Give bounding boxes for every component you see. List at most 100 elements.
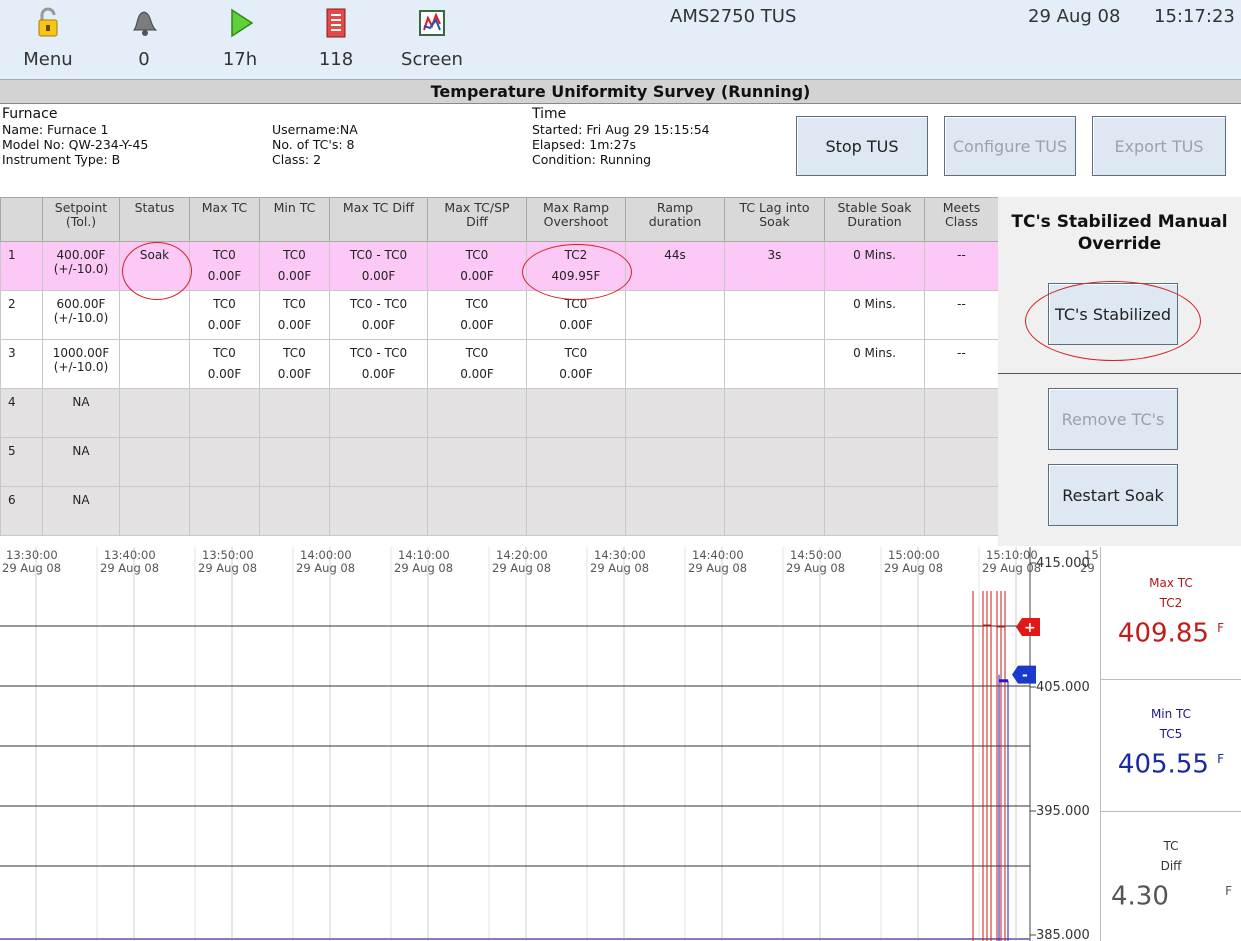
ramp-overshoot-cell: TC0 0.00F	[526, 339, 626, 389]
survey-title: Temperature Uniformity Survey (Running)	[0, 80, 1241, 104]
tc-lag-cell	[724, 339, 825, 389]
run-button[interactable]: 17h	[192, 0, 288, 80]
log-button[interactable]: 118	[288, 0, 384, 80]
table-row[interactable]: 3 1000.00F (+/-10.0) TC0 0.00F TC0 0.00F TC…	[0, 339, 999, 389]
username: Username:NA	[272, 122, 358, 137]
chart-plot-area	[0, 547, 1030, 941]
max-tc-cell: TC0 0.00F	[189, 290, 260, 340]
ramp-duration-cell	[625, 290, 725, 340]
tc-lag-cell	[724, 290, 825, 340]
x-tick-date-label: 29 Aug 08	[100, 561, 159, 575]
tc-diff-value: 4.30	[1111, 881, 1169, 912]
remove-tcs-button[interactable]: Remove TC's	[1048, 388, 1178, 450]
table-row[interactable]: 2 600.00F (+/-10.0) TC0 0.00F TC0 0.00F TC0…	[0, 290, 999, 340]
menu-button[interactable]: Menu	[0, 0, 96, 80]
min-tc-value-row: 405.55 F	[1101, 744, 1241, 780]
setpoint-table: Setpoint (Tol.) Status Max TC Min TC Max …	[0, 197, 999, 536]
top-toolbar: Menu 0 17h 118 Screen AMS2750 TUS 29 Aug…	[0, 0, 1241, 80]
furnace-name: Name: Furnace 1	[2, 122, 109, 137]
min-tc-value: 405.55	[1117, 749, 1209, 780]
col-header-max-tc-sp-diff: Max TC/SP Diff	[427, 197, 527, 242]
x-tick-time-label: 14:40:00	[692, 548, 744, 562]
col-header-tc-lag: TC Lag into Soak	[724, 197, 825, 242]
ramp-overshoot-cell: TC0 0.00F	[526, 290, 626, 340]
max-tc-diff-cell: TC0 - TC0 0.00F	[329, 339, 428, 389]
max-tc-sp-diff-cell: TC0 0.00F	[427, 241, 527, 291]
col-header-stable-soak: Stable Soak Duration	[824, 197, 925, 242]
row-number: 3	[0, 339, 43, 389]
x-tick-time-label: 14:30:00	[594, 548, 646, 562]
tcs-stabilized-button[interactable]: TC's Stabilized	[1048, 283, 1178, 345]
min-tc-cell: TC0 0.00F	[259, 290, 330, 340]
col-header-min-tc: Min TC	[259, 197, 330, 242]
x-tick-time-label: 14:10:00	[398, 548, 450, 562]
table-row[interactable]: 4 NA	[0, 388, 999, 438]
col-header-index	[0, 197, 43, 242]
max-tc-id: TC2	[1159, 596, 1183, 610]
furnace-model: Model No: QW-234-Y-45	[2, 137, 149, 152]
tc-diff-id: Diff	[1160, 859, 1182, 873]
col-header-ramp-duration: Ramp duration	[625, 197, 725, 242]
ramp-duration-cell: 44s	[625, 241, 725, 291]
lower-limit-marker-label: -	[1022, 668, 1028, 684]
play-icon	[231, 8, 254, 38]
setpoint-cell: NA	[42, 486, 120, 536]
setpoint-cell: NA	[42, 388, 120, 438]
setpoint-cell: 600.00F (+/-10.0)	[42, 290, 120, 340]
col-header-status: Status	[119, 197, 190, 242]
restart-soak-button[interactable]: Restart Soak	[1048, 464, 1178, 526]
survey-params: Username:NA No. of TC's: 8 Class: 2	[272, 122, 358, 167]
status-cell: Soak	[119, 241, 190, 291]
x-tick-time-label: 13:30:00	[6, 548, 58, 562]
stable-soak-cell: 0 Mins.	[824, 241, 925, 291]
row-number: 1	[0, 241, 43, 291]
trend-chart-svg: 13:30:0029 Aug 0813:40:0029 Aug 0813:50:…	[0, 547, 1099, 941]
max-tc-value-row: 409.85 F	[1101, 613, 1241, 649]
setpoint-cell: 400.00F (+/-10.0)	[42, 241, 120, 291]
table-row[interactable]: 1 400.00F (+/-10.0) Soak TC0 0.00F TC0 0.00…	[0, 241, 999, 291]
max-tc-value: 409.85	[1117, 618, 1209, 649]
col-header-max-tc: Max TC	[189, 197, 260, 242]
furnace-heading: Furnace	[2, 106, 58, 122]
setpoint-cell: NA	[42, 437, 120, 487]
x-tick-time-label: 14:00:00	[300, 548, 352, 562]
y-tick-label: 385.000	[1036, 928, 1090, 941]
max-tc-cell: TC0 0.00F	[189, 339, 260, 389]
col-header-ramp-overshoot: Max Ramp Overshoot	[526, 197, 626, 242]
start-time: Started: Fri Aug 29 15:15:54	[532, 122, 710, 137]
alarm-button[interactable]: 0	[96, 0, 192, 80]
x-tick-date-label: 29 Aug 08	[296, 561, 355, 575]
status-cell	[119, 339, 190, 389]
current-time: 15:17:23	[1154, 6, 1235, 27]
stable-soak-cell: 0 Mins.	[824, 339, 925, 389]
max-tc-diff-cell: TC0 - TC0 0.00F	[329, 241, 428, 291]
log-icon	[326, 8, 346, 38]
stable-soak-cell: 0 Mins.	[824, 290, 925, 340]
stop-tus-button[interactable]: Stop TUS	[796, 116, 928, 176]
tc-diff-value-row: 4.30 F	[1101, 876, 1241, 912]
screen-button[interactable]: Screen	[384, 0, 480, 80]
furnace-class: Class: 2	[272, 152, 322, 167]
x-tick-date-label: 29 Aug 08	[394, 561, 453, 575]
x-tick-date-label: 29 Aug 08	[688, 561, 747, 575]
col-header-setpoint: Setpoint (Tol.)	[42, 197, 120, 242]
condition: Condition: Running	[532, 152, 652, 167]
table-row[interactable]: 5 NA	[0, 437, 999, 487]
screen-chart-icon	[419, 10, 445, 36]
table-row[interactable]: 6 NA	[0, 486, 999, 536]
export-tus-button[interactable]: Export TUS	[1092, 116, 1226, 176]
y-tick-label: 405.000	[1036, 680, 1090, 695]
screen-label: Screen	[401, 49, 463, 70]
tc-diff-unit: F	[1225, 884, 1233, 898]
furnace-info: Furnace Name: Furnace 1 Model No: QW-234…	[2, 106, 148, 167]
run-duration: 17h	[222, 49, 258, 70]
x-tick-time-label: 14:50:00	[790, 548, 842, 562]
configure-tus-button[interactable]: Configure TUS	[944, 116, 1076, 176]
x-tick-date-label: 29 Aug 08	[492, 561, 551, 575]
elapsed-time: Elapsed: 1m:27s	[532, 137, 637, 152]
x-tick-time-label: 15:00:00	[888, 548, 940, 562]
x-tick-time-label: 13:50:00	[202, 548, 254, 562]
tc-diff-label: TC	[1163, 839, 1179, 853]
x-tick-time-label: 14:20:00	[496, 548, 548, 562]
time-info: Time Started: Fri Aug 29 15:15:54 Elapse…	[532, 106, 710, 167]
